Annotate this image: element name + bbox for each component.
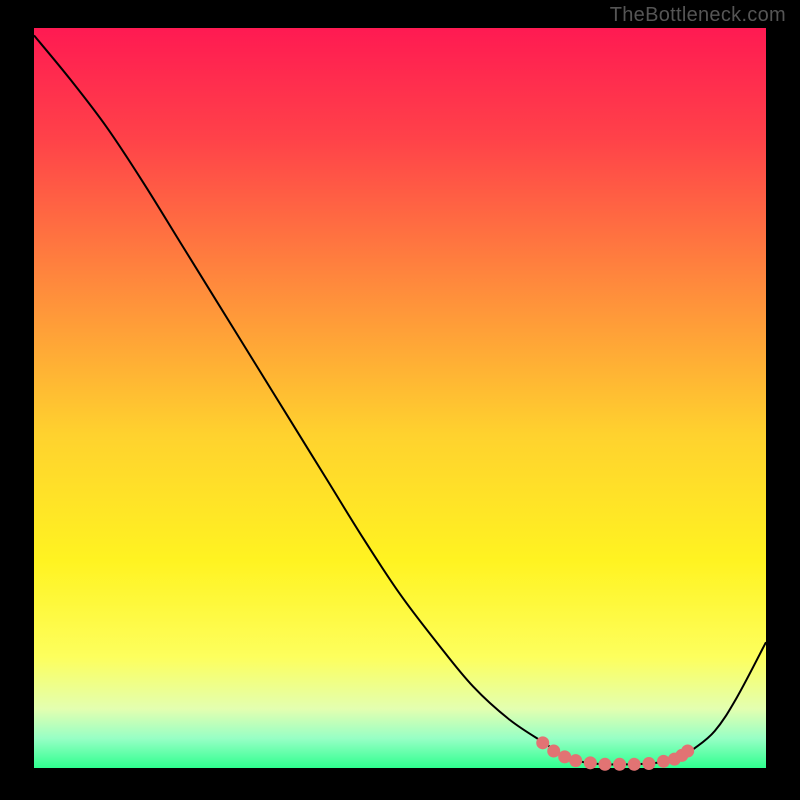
optimal-dot bbox=[536, 736, 549, 749]
optimal-range-dots bbox=[536, 736, 694, 770]
plot-area bbox=[34, 28, 766, 768]
optimal-dot bbox=[657, 755, 670, 768]
optimal-dot bbox=[569, 754, 582, 767]
optimal-dot bbox=[598, 758, 611, 771]
optimal-dot bbox=[642, 757, 655, 770]
optimal-dot bbox=[681, 744, 694, 757]
optimal-dot bbox=[547, 744, 560, 757]
optimal-dot bbox=[584, 756, 597, 769]
watermark-text: TheBottleneck.com bbox=[610, 4, 786, 27]
bottleneck-curve bbox=[34, 35, 766, 764]
curve-layer bbox=[34, 28, 766, 768]
optimal-dot bbox=[628, 758, 641, 771]
chart-container: TheBottleneck.com bbox=[0, 0, 800, 800]
optimal-dot bbox=[613, 758, 626, 771]
